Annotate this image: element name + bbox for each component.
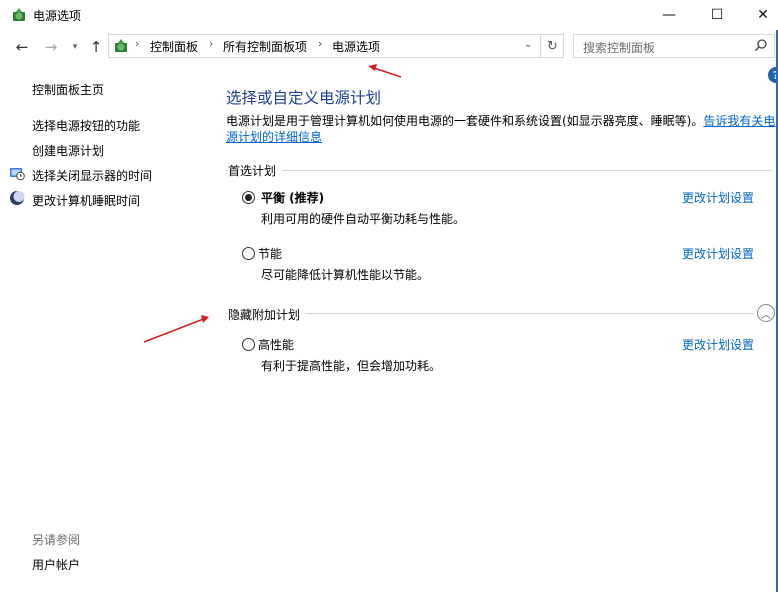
red-arrow-icon xyxy=(368,64,402,78)
annotation-arrows xyxy=(143,64,402,343)
red-arrow-icon xyxy=(143,315,209,343)
